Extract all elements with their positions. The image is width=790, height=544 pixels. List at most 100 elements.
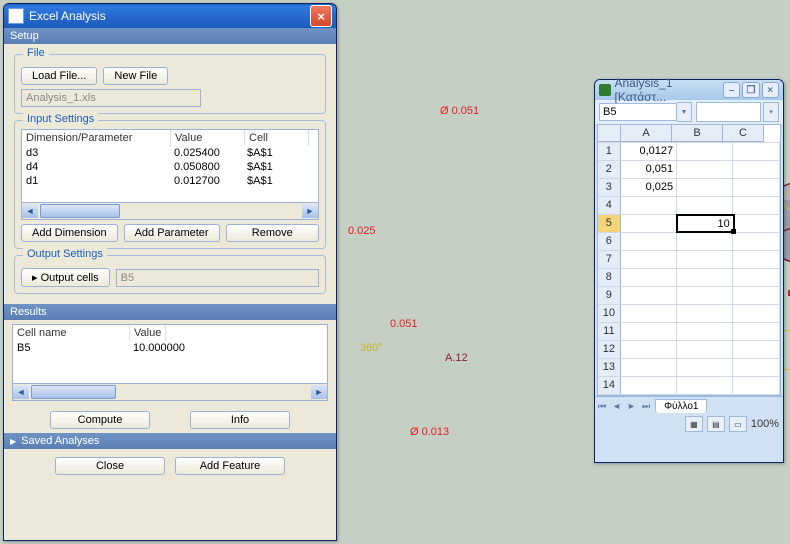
- input-list[interactable]: Dimension/Parameter Value Cell d30.02540…: [21, 129, 319, 203]
- cell[interactable]: [733, 179, 780, 196]
- input-row: d30.025400$A$1: [22, 146, 318, 160]
- file-group-title: File: [23, 47, 49, 59]
- scroll-right-icon[interactable]: ►: [302, 204, 318, 218]
- output-cells-button[interactable]: ▸ Output cells: [21, 268, 110, 287]
- compute-button[interactable]: Compute: [50, 411, 150, 429]
- col-result-value: Value: [130, 325, 166, 341]
- select-all[interactable]: [598, 125, 621, 142]
- close-button[interactable]: Close: [55, 457, 165, 475]
- cell-active[interactable]: 10: [676, 214, 735, 233]
- new-file-button[interactable]: New File: [103, 67, 168, 85]
- name-box[interactable]: [599, 103, 677, 121]
- row-header[interactable]: 12: [598, 341, 621, 358]
- setup-section-header[interactable]: Setup: [4, 28, 336, 44]
- cell[interactable]: [733, 197, 780, 214]
- excel-close-icon[interactable]: ×: [762, 82, 779, 98]
- dim-label: A.12: [445, 352, 468, 364]
- row-header[interactable]: 4: [598, 197, 621, 214]
- view-layout-icon[interactable]: ▤: [707, 416, 725, 432]
- input-row: d10.012700$A$1: [22, 174, 318, 188]
- dim-label: 0.051: [390, 318, 418, 330]
- name-box-dropdown-icon[interactable]: ▼: [677, 102, 692, 122]
- load-file-button[interactable]: Load File...: [21, 67, 97, 85]
- excel-title: Analysis_1 [Κατάστ...: [615, 76, 723, 104]
- cell[interactable]: 0,025: [621, 179, 677, 196]
- sheet-tabs: ⏮◄►⏭ Φύλλο1: [595, 396, 783, 415]
- add-feature-button[interactable]: Add Feature: [175, 457, 285, 475]
- col-parameter: Dimension/Parameter: [22, 130, 171, 146]
- scroll-left-icon[interactable]: ◄: [22, 204, 38, 218]
- formula-bar[interactable]: [696, 102, 761, 122]
- row-header[interactable]: 8: [598, 269, 621, 286]
- col-header[interactable]: B: [672, 125, 723, 142]
- dim-label: Ø 0.013: [410, 426, 449, 438]
- row-header[interactable]: 9: [598, 287, 621, 304]
- cell[interactable]: 0,0127: [621, 143, 677, 160]
- add-parameter-button[interactable]: Add Parameter: [124, 224, 220, 242]
- cell[interactable]: [677, 143, 733, 160]
- cell[interactable]: [677, 197, 733, 214]
- row-header[interactable]: 14: [598, 377, 621, 394]
- minimize-icon[interactable]: –: [723, 82, 740, 98]
- cell[interactable]: 0,051: [621, 161, 677, 178]
- tab-first-icon[interactable]: ⏮: [595, 401, 609, 412]
- col-header[interactable]: A: [621, 125, 672, 142]
- cell[interactable]: [677, 161, 733, 178]
- 3d-viewport: Ø 0.051 0.025 0.051 A.12 Ø 0.013 360°: [340, 0, 590, 544]
- sheet-tab[interactable]: Φύλλο1: [655, 399, 707, 413]
- results-section-header[interactable]: Results: [4, 304, 336, 320]
- row-header[interactable]: 6: [598, 233, 621, 250]
- row-header[interactable]: 11: [598, 323, 621, 340]
- file-path-field: [21, 89, 201, 107]
- titlebar[interactable]: Excel Analysis ×: [4, 4, 336, 28]
- cell[interactable]: [733, 161, 780, 178]
- info-button[interactable]: Info: [190, 411, 290, 429]
- row-header[interactable]: 10: [598, 305, 621, 322]
- file-group: File Load File... New File: [14, 54, 326, 114]
- row-header[interactable]: 7: [598, 251, 621, 268]
- col-cell: Cell: [245, 130, 309, 146]
- saved-analyses-header[interactable]: ▶Saved Analyses: [4, 433, 336, 449]
- view-normal-icon[interactable]: ▦: [685, 416, 703, 432]
- tab-last-icon[interactable]: ⏭: [639, 401, 653, 412]
- cell[interactable]: [621, 215, 677, 232]
- results-list[interactable]: Cell nameValue B510.000000: [12, 324, 328, 384]
- output-cells-field: [116, 269, 319, 287]
- excel-titlebar[interactable]: Analysis_1 [Κατάστ... – ❐ ×: [595, 80, 783, 100]
- row-header[interactable]: 5: [598, 215, 621, 232]
- row-header[interactable]: 1: [598, 143, 621, 160]
- dim-label: Ø 0.051: [440, 105, 479, 117]
- dim-label: 360°: [360, 342, 383, 354]
- cell[interactable]: [734, 215, 780, 232]
- input-hscroll[interactable]: ◄►: [21, 203, 319, 220]
- input-settings-group: Input Settings Dimension/Parameter Value…: [14, 120, 326, 249]
- excel-icon: [599, 84, 611, 96]
- tab-next-icon[interactable]: ►: [624, 401, 639, 412]
- restore-icon[interactable]: ❐: [742, 82, 759, 98]
- output-settings-group: Output Settings ▸ Output cells: [14, 255, 326, 294]
- add-dimension-button[interactable]: Add Dimension: [21, 224, 118, 242]
- results-hscroll[interactable]: ◄►: [12, 384, 328, 401]
- window-title: Excel Analysis: [29, 9, 106, 23]
- result-row: B510.000000: [13, 341, 327, 355]
- input-settings-title: Input Settings: [23, 113, 98, 125]
- output-settings-title: Output Settings: [23, 248, 107, 260]
- spreadsheet[interactable]: ABC 10,0127 20,051 30,025 4 510 6 7 8 9 …: [597, 124, 781, 396]
- formula-expand-icon[interactable]: ▾: [763, 102, 779, 122]
- row-header[interactable]: 3: [598, 179, 621, 196]
- scroll-left-icon[interactable]: ◄: [13, 385, 29, 399]
- cell[interactable]: [621, 197, 677, 214]
- cell[interactable]: [677, 179, 733, 196]
- scroll-right-icon[interactable]: ►: [311, 385, 327, 399]
- close-icon[interactable]: ×: [310, 5, 332, 27]
- view-break-icon[interactable]: ▭: [729, 416, 747, 432]
- cell[interactable]: [733, 143, 780, 160]
- tab-prev-icon[interactable]: ◄: [609, 401, 624, 412]
- dim-label: 0.025: [348, 225, 376, 237]
- row-header[interactable]: 13: [598, 359, 621, 376]
- remove-button[interactable]: Remove: [226, 224, 319, 242]
- col-header[interactable]: C: [723, 125, 764, 142]
- zoom-level[interactable]: 100%: [751, 418, 779, 430]
- row-header[interactable]: 2: [598, 161, 621, 178]
- excel-analysis-window: Excel Analysis × Setup File Load File...…: [3, 3, 337, 541]
